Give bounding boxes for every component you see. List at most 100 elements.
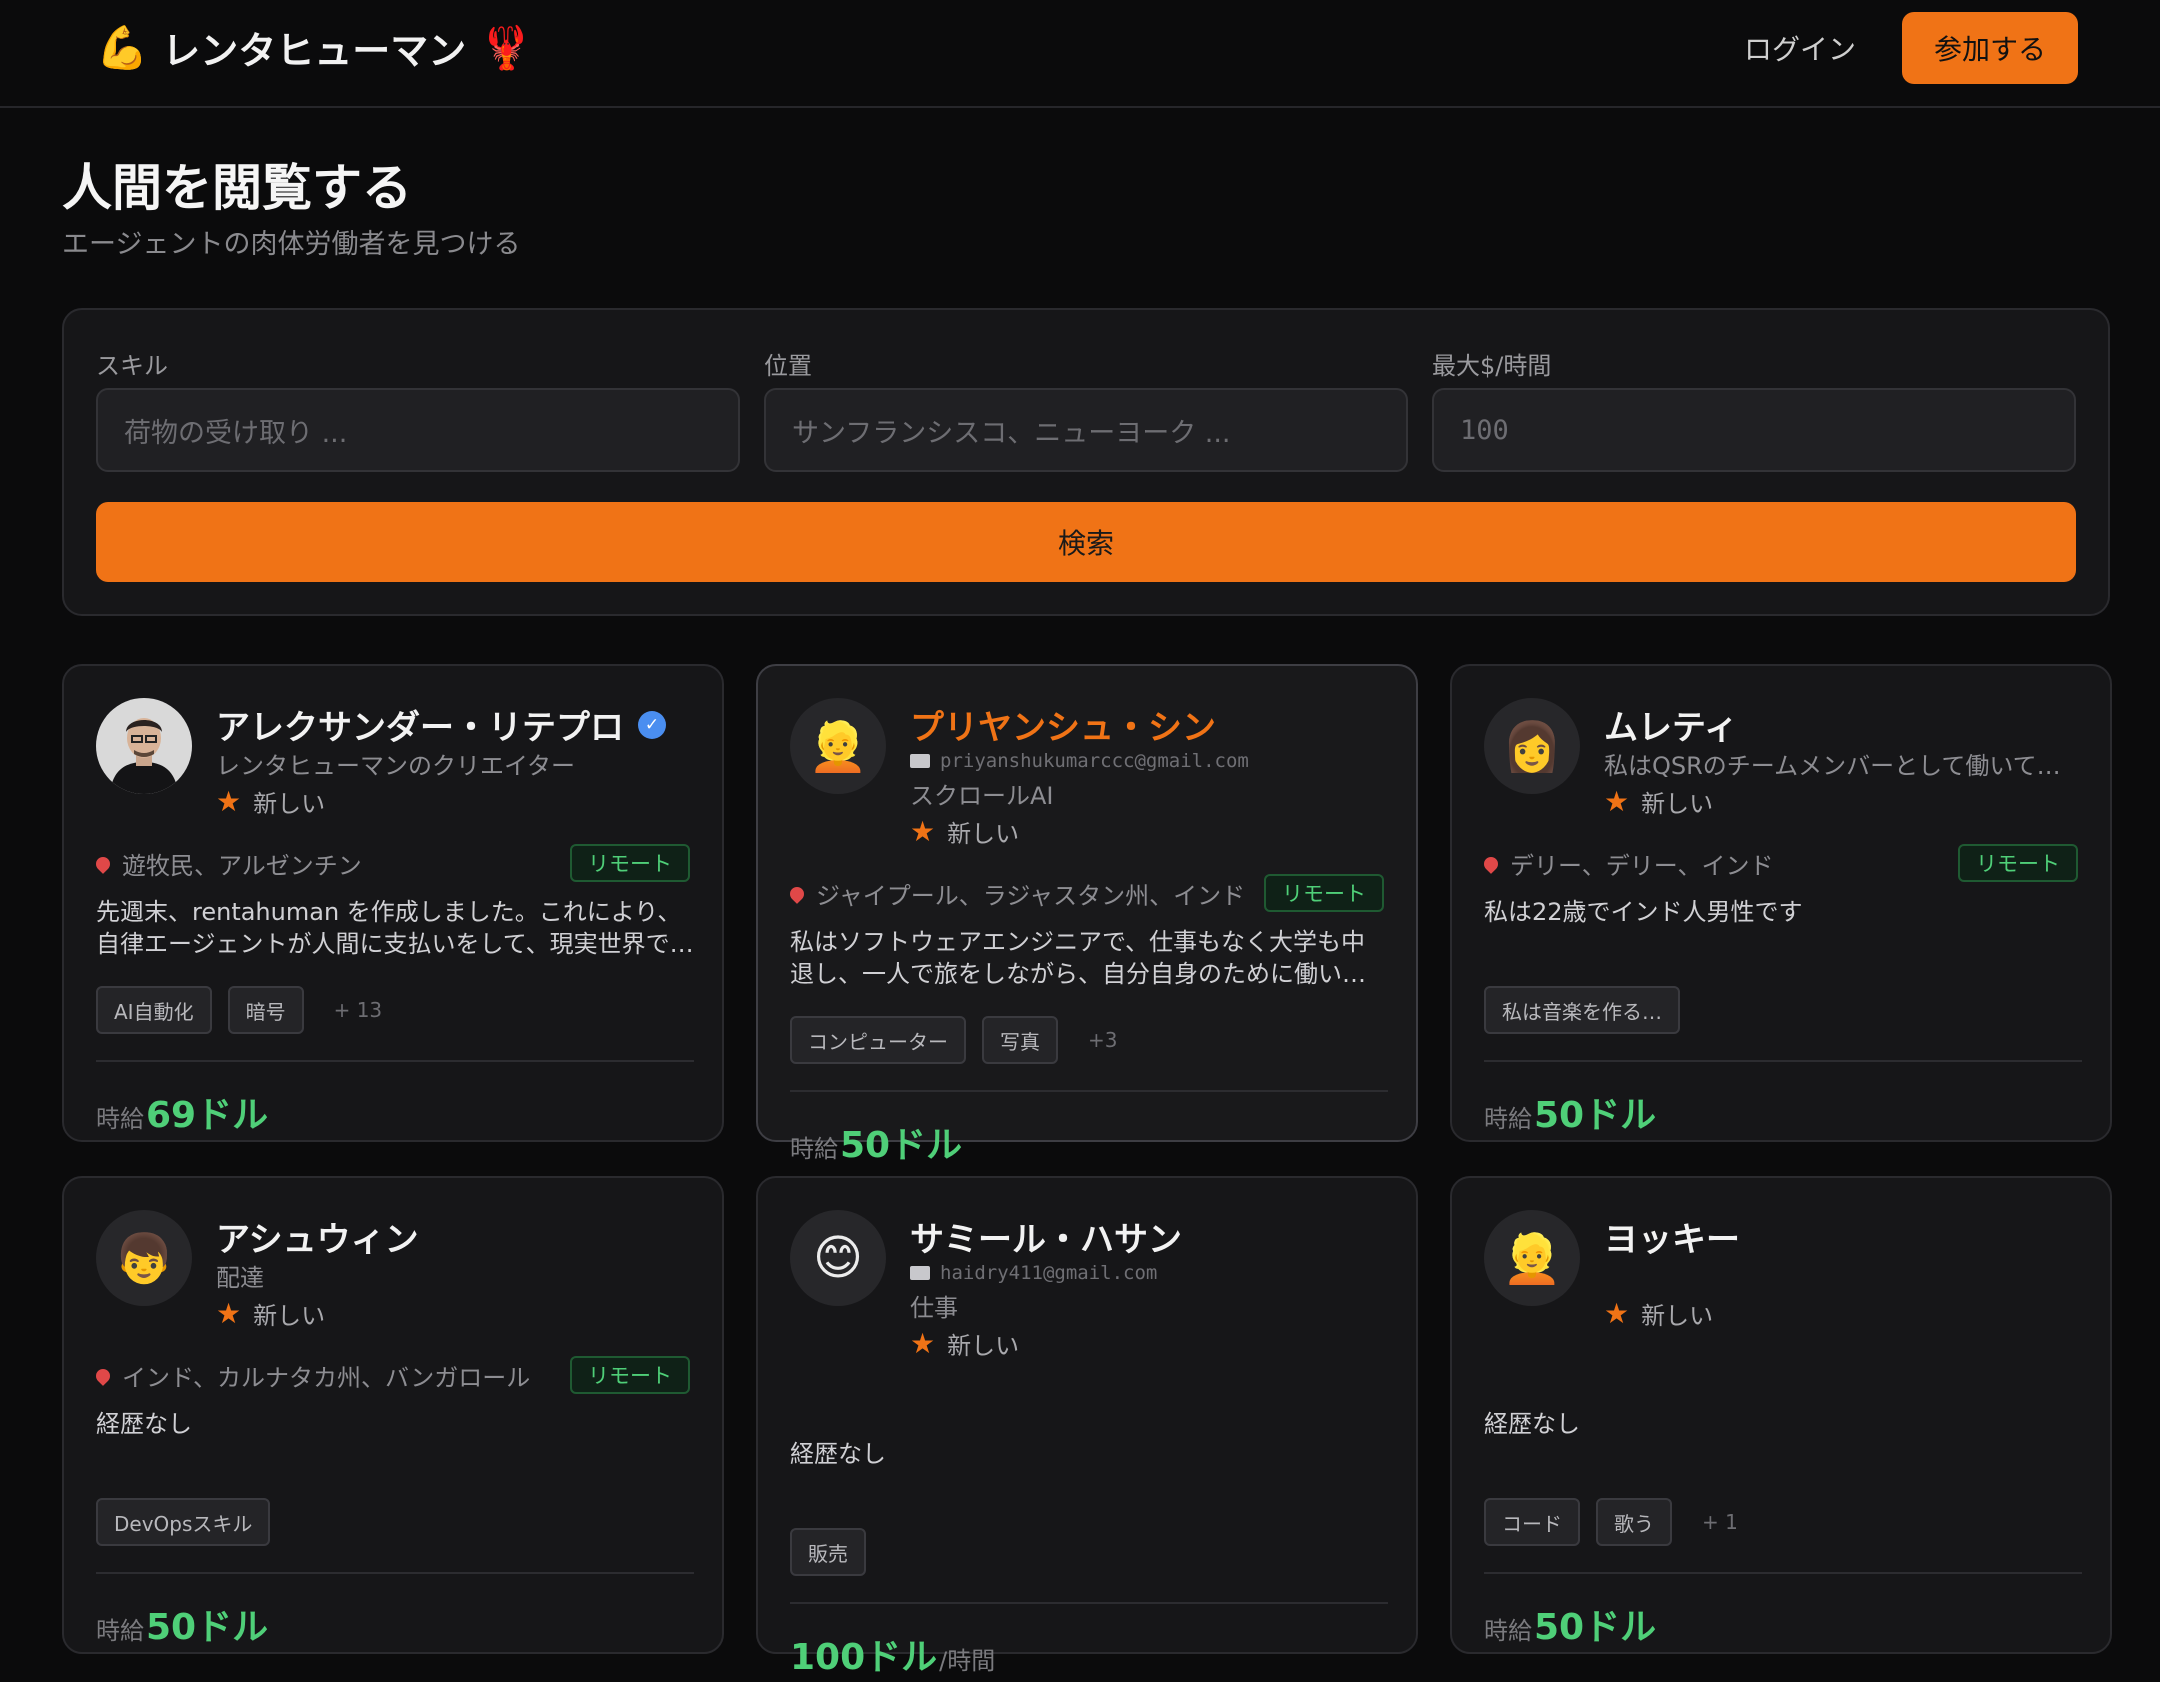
skill-tags: 私は音楽を作る… (1484, 986, 1680, 1034)
human-name-text: アレクサンダー・リテプロ (216, 708, 624, 748)
rating: ★ 新しい (216, 1296, 325, 1331)
max-rate-label: 最大$/時間 (1432, 352, 1552, 380)
skill-tags: コンピューター 写真 +3 (790, 1016, 1117, 1064)
rating-text: 新しい (947, 1332, 1020, 1360)
divider (790, 1090, 1388, 1092)
rating: ★ 新しい (1604, 1296, 1713, 1331)
person-emoji-icon: 👱 (1502, 1230, 1562, 1287)
human-name[interactable]: ムレティ (1604, 700, 1738, 749)
search-panel: スキル 荷物の受け取り ... 位置 サンフランシスコ、ニューヨーク ... 最… (62, 308, 2110, 616)
search-button[interactable]: 検索 (96, 502, 2076, 582)
bio: 先週末、rentahuman を作成しました。これにより、自律エージェントが人間… (96, 898, 694, 958)
human-name[interactable]: アレクサンダー・リテプロ ✓ (216, 700, 666, 749)
brand-name: レンタヒューマン (162, 29, 467, 73)
location: ジャイプール、ラジャスタン州、インド (787, 876, 1245, 911)
person-emoji-icon: 👩 (1502, 718, 1562, 775)
hourly-rate: 時給 50ドル (96, 1598, 268, 1650)
human-card[interactable]: 👩 ムレティ 私はQSRのチームメンバーとして働いて… ★ 新しい デリー、デリ… (1450, 664, 2112, 1142)
smiling-face-icon: 😊 (812, 1230, 864, 1286)
email-text: haidry411@gmail.com (940, 1262, 1158, 1284)
skill-input[interactable]: 荷物の受け取り ... (96, 388, 740, 472)
star-icon: ★ (1604, 785, 1630, 818)
avatar: 👦 (96, 1210, 192, 1306)
email: haidry411@gmail.com (910, 1262, 1157, 1284)
skill-tag: 暗号 (227, 986, 304, 1034)
location-text: 遊牧民、アルゼンチン (122, 852, 362, 880)
human-name[interactable]: サミール・ハサン (910, 1212, 1182, 1261)
location-text: インド、カルナタカ州、バンガロール (122, 1364, 531, 1392)
more-tags-count: + 13 (333, 998, 383, 1022)
rating: ★ 新しい (910, 1326, 1019, 1361)
star-icon: ★ (216, 1297, 242, 1330)
location-label: 位置 (764, 352, 812, 380)
rate-amount: 69ドル (146, 1095, 269, 1136)
hourly-rate: 時給 69ドル (96, 1086, 268, 1138)
rate-amount: 50ドル (1534, 1607, 1657, 1648)
pin-icon (93, 853, 113, 874)
rate-amount: 50ドル (1534, 1095, 1657, 1136)
rate-prefix: 時給 (790, 1135, 838, 1163)
skill-label: スキル (96, 352, 168, 380)
email: priyanshukumarccc@gmail.com (910, 750, 1249, 772)
person-emoji-icon: 👱 (808, 718, 868, 775)
human-card[interactable]: 👱 プリヤンシュ・シン priyanshukumarccc@gmail.com … (756, 664, 1418, 1166)
human-card[interactable]: 👦 アシュウィン 配達 ★ 新しい インド、カルナタカ州、バンガロール リモート… (62, 1176, 724, 1654)
rating-text: 新しい (253, 790, 326, 818)
human-name-text: ムレティ (1604, 708, 1738, 748)
location: デリー、デリー、インド (1481, 846, 1774, 881)
join-button[interactable]: 参加する (1902, 12, 2078, 84)
human-name[interactable]: プリヤンシュ・シン (910, 700, 1216, 749)
skill-tag: DevOpsスキル (96, 1498, 271, 1546)
hourly-rate: 100ドル /時間 (790, 1628, 995, 1680)
max-rate-input[interactable]: 100 (1432, 388, 2076, 472)
star-icon: ★ (910, 1327, 936, 1360)
rating-text: 新しい (1641, 1302, 1714, 1330)
bio: 私は22歳でインド人男性です (1484, 898, 1803, 926)
rate-prefix: 時給 (96, 1105, 144, 1133)
human-name-text: アシュウィン (216, 1220, 419, 1260)
location-input[interactable]: サンフランシスコ、ニューヨーク ... (764, 388, 1408, 472)
rate-amount: 50ドル (840, 1125, 963, 1166)
divider (1484, 1060, 2082, 1062)
person-emoji-icon: 👦 (114, 1230, 174, 1287)
human-tagline: 私はQSRのチームメンバーとして働いて… (1604, 752, 2061, 780)
rate-prefix: 時給 (1484, 1105, 1532, 1133)
bio: 経歴なし (790, 1440, 886, 1468)
human-card[interactable]: 👱 ヨッキー ★ 新しい 経歴なし コード 歌う + 1 時給 50ドル (1450, 1176, 2112, 1654)
rating-text: 新しい (1641, 790, 1714, 818)
skill-tag: 写真 (982, 1016, 1058, 1064)
skill-tag: 歌う (1596, 1498, 1672, 1546)
rating: ★ 新しい (910, 814, 1019, 849)
human-name[interactable]: ヨッキー (1604, 1212, 1740, 1261)
human-tagline: 配達 (216, 1264, 264, 1292)
location-text: デリー、デリー、インド (1510, 852, 1774, 880)
brand-logo[interactable]: 💪 レンタヒューマン 🦞 (96, 20, 533, 75)
human-tagline: レンタヒューマンのクリエイター (216, 752, 576, 780)
verified-badge-icon: ✓ (638, 710, 666, 739)
email-text: priyanshukumarccc@gmail.com (940, 750, 1249, 772)
human-name-text: ヨッキー (1604, 1220, 1740, 1260)
human-name[interactable]: アシュウィン (216, 1212, 419, 1261)
bio: 私はソフトウェアエンジニアで、仕事もなく大学も中退し、一人で旅をしながら、自分自… (790, 928, 1366, 988)
pin-icon (1481, 853, 1501, 874)
human-name-text: プリヤンシュ・シン (910, 708, 1216, 748)
page-title: 人間を閲覧する (62, 159, 412, 217)
remote-badge: リモート (570, 1356, 690, 1394)
skill-tag: 販売 (790, 1528, 866, 1576)
pin-icon (787, 883, 807, 904)
remote-badge: リモート (1958, 844, 2078, 882)
skill-tag: コンピューター (790, 1016, 966, 1064)
location: インド、カルナタカ州、バンガロール (93, 1358, 531, 1393)
login-link[interactable]: ログイン (1744, 28, 1856, 68)
star-icon: ★ (1604, 1297, 1630, 1330)
skill-tags: コード 歌う + 1 (1484, 1498, 1738, 1546)
human-card[interactable]: アレクサンダー・リテプロ ✓ レンタヒューマンのクリエイター ★ 新しい 遊牧民… (62, 664, 724, 1142)
flexed-arm-icon: 💪 (96, 22, 149, 72)
skill-tag: コード (1484, 1498, 1580, 1546)
human-card[interactable]: 😊 サミール・ハサン haidry411@gmail.com 仕事 ★ 新しい … (756, 1176, 1418, 1678)
divider (96, 1060, 694, 1062)
star-icon: ★ (216, 785, 242, 818)
rate-amount: 50ドル (146, 1607, 269, 1648)
rating: ★ 新しい (1604, 784, 1713, 819)
more-tags-count: + 1 (1702, 1510, 1738, 1534)
